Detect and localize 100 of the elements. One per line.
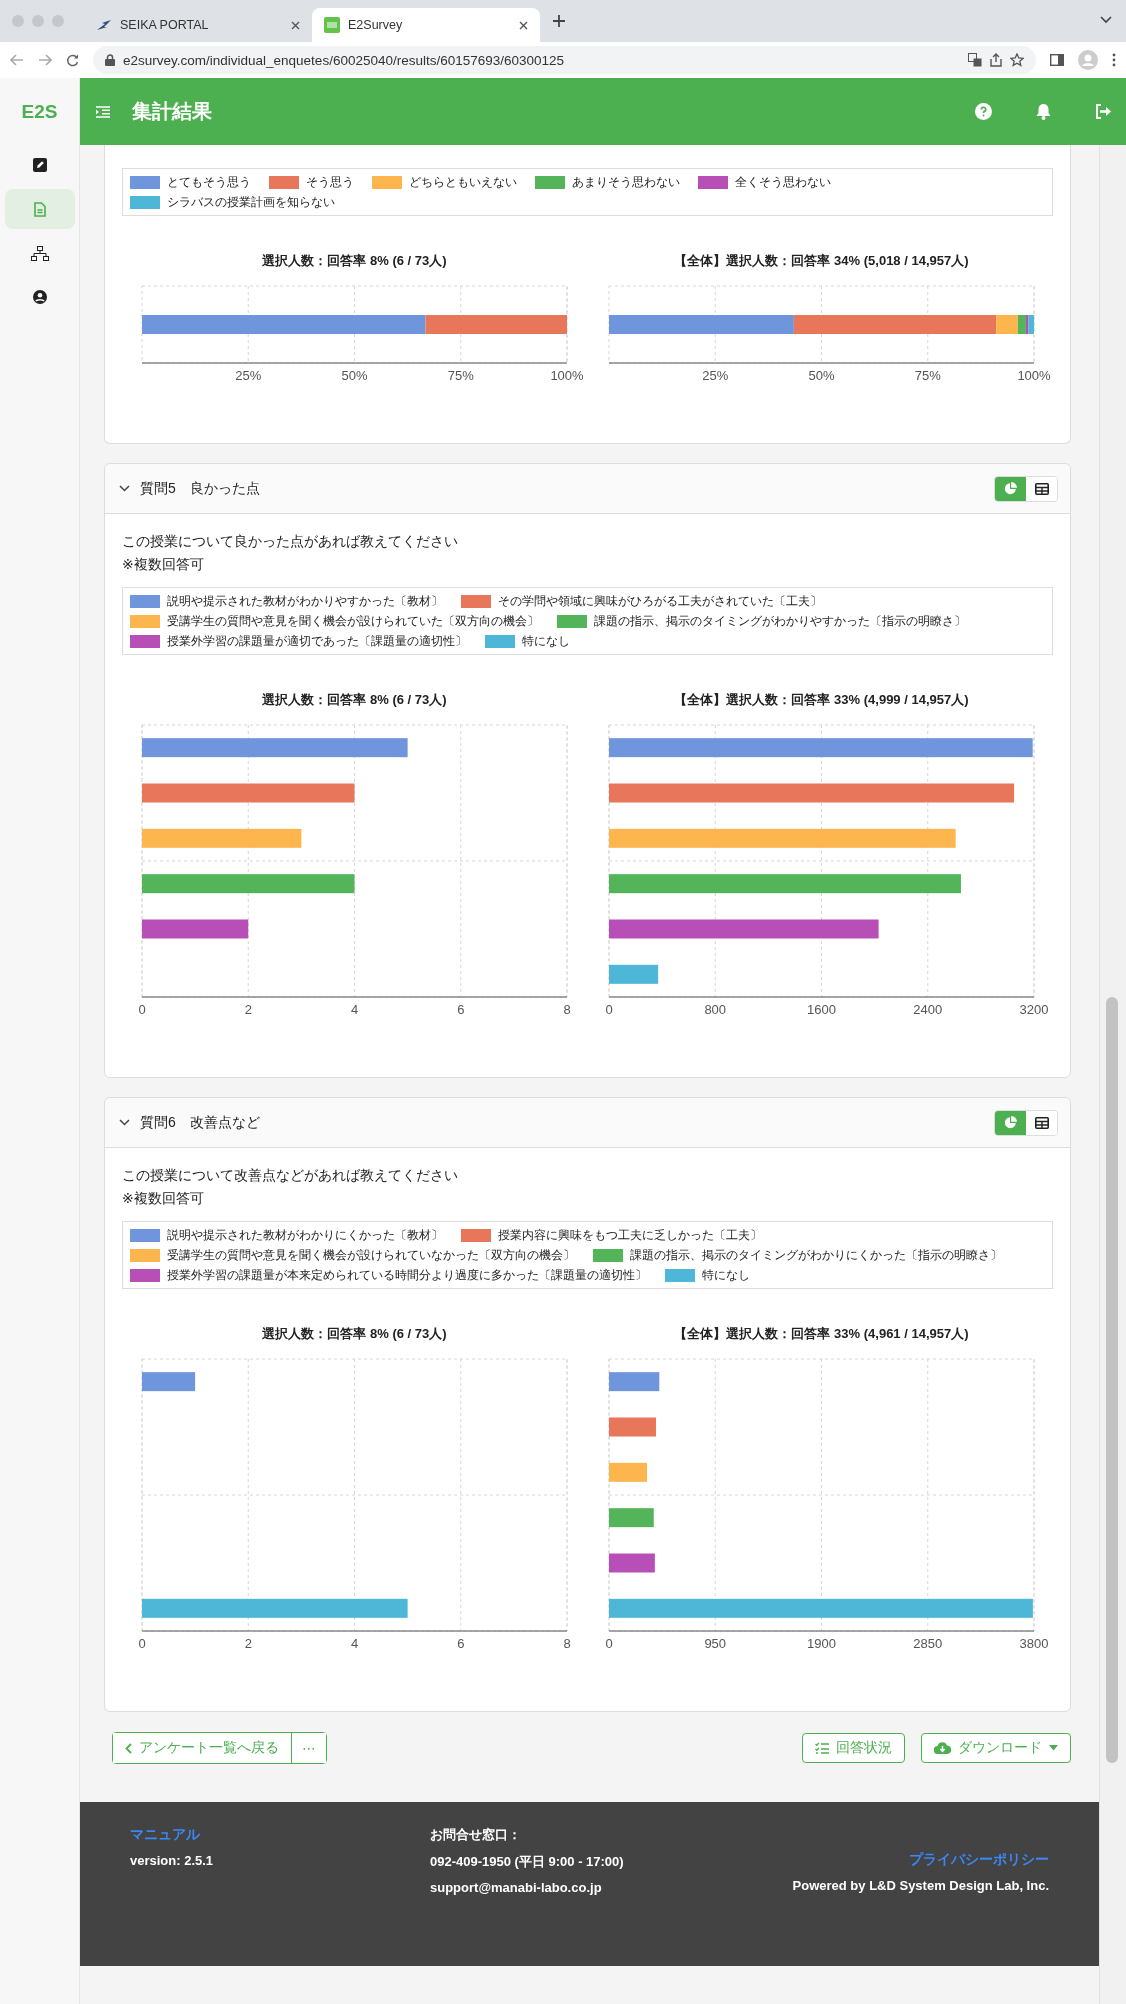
browser-tab[interactable]: E2Survey [312, 8, 540, 42]
chart-bar [609, 1462, 648, 1482]
tick-label: 1600 [807, 1002, 836, 1017]
phone-text: 092-409-1950 (平日 9:00 - 17:00) [430, 1853, 625, 1871]
star-icon[interactable] [1010, 53, 1024, 67]
tick-label: 0 [138, 1636, 146, 1651]
privacy-policy-link[interactable]: プライバシーポリシー [909, 1851, 1049, 1869]
chart-bar [609, 1553, 655, 1573]
tick-label: 4 [350, 1636, 359, 1651]
tick-label: 50% [808, 368, 835, 383]
chart-bar [609, 1372, 660, 1392]
table-icon [1034, 482, 1049, 495]
legend-label: 特になし [702, 1267, 750, 1284]
side-panel-icon[interactable] [1050, 54, 1064, 66]
browser-tab[interactable]: SEIKA PORTAL [84, 8, 312, 42]
chart-title: 選択人数：回答率 8% (6 / 73人) [261, 1325, 448, 1343]
question-text: この授業について改善点などがあれば教えてください [122, 1166, 459, 1185]
legend-label: 授業外学習の課題量が本来定められている時間分より過度に多かった〔課題量の適切性〕 [167, 1267, 647, 1284]
legend-label: 受講学生の質問や意見を聞く機会が設けられていなかった〔双方向の機会〕 [167, 1247, 575, 1264]
chart-title: 【全体】選択人数：回答率 33% (4,961 / 14,957人) [673, 1325, 970, 1343]
view-toggle-button[interactable] [1026, 1110, 1057, 1135]
legend-label: 授業内容に興味をもつ工夫に乏しかった〔工夫〕 [498, 1227, 762, 1244]
legend-label: 受講学生の質問や意見を聞く機会が設けられていた〔双方向の機会〕 [167, 613, 539, 630]
tick-label: 8 [563, 1002, 571, 1017]
address-bar[interactable]: e2survey.com/individual_enquetes/60025040/results/60157693/60300125 [93, 46, 1036, 74]
chevron-down-icon[interactable] [1100, 16, 1112, 24]
legend-label: 全くそう思わない [735, 174, 831, 191]
legend-label: どちらともいえない [409, 174, 517, 191]
chevron-down-icon[interactable] [119, 485, 130, 492]
sign-out-icon[interactable] [1095, 104, 1112, 119]
download-button[interactable]: ダウンロード [921, 1733, 1071, 1763]
tick-label: 25% [702, 368, 729, 383]
chart-bar [609, 1417, 656, 1437]
tick-label: 25% [235, 368, 262, 383]
share-icon[interactable] [990, 53, 1002, 67]
tick-label: 75% [914, 368, 941, 383]
legend-label: とてもそう思う [167, 174, 251, 191]
legend-label: そう思う [306, 174, 354, 191]
document-icon [33, 201, 46, 217]
tick-label: 2 [244, 1002, 252, 1017]
user-circle-icon [32, 290, 47, 304]
tick-label: 800 [704, 1002, 727, 1017]
view-toggle-button[interactable] [995, 476, 1026, 501]
tick-label: 950 [704, 1636, 727, 1651]
caret-down-icon [1049, 1745, 1058, 1751]
powered-by-text: Powered by L&D System Design Lab, Inc. [792, 1878, 1049, 1893]
cloud-download-icon [934, 1742, 951, 1754]
email-text: support@manabi-labo.co.jp [430, 1880, 603, 1895]
scrollbar[interactable] [1099, 145, 1126, 2004]
new-tab-icon[interactable] [552, 14, 566, 28]
app-logo[interactable]: E2S [21, 78, 58, 145]
reload-icon[interactable] [66, 53, 79, 67]
chevron-down-icon[interactable] [119, 1119, 130, 1126]
kebab-menu-icon[interactable] [1112, 53, 1116, 67]
chart-title: 【全体】選択人数：回答率 33% (4,999 / 14,957人) [673, 691, 970, 709]
view-toggle-button[interactable] [1026, 476, 1057, 501]
legend-label: 授業外学習の課題量が適切であった〔課題量の適切性〕 [167, 633, 467, 650]
legend-label: シラバスの授業計画を知らない [167, 194, 335, 211]
question-title: 質問5 良かった点 [140, 479, 261, 498]
checklist-icon [815, 1742, 829, 1754]
chart-title: 【全体】選択人数：回答率 34% (5,018 / 14,957人) [673, 252, 970, 270]
pencil-square-icon [32, 158, 47, 172]
app-logo-icon [324, 17, 340, 33]
chart-title: 選択人数：回答率 8% (6 / 73人) [261, 691, 448, 709]
view-toggle-button[interactable] [995, 1110, 1026, 1135]
legend-label: その学問や領域に興味がひろがる工夫がされていた〔工夫〕 [498, 593, 822, 610]
tick-label: 100% [550, 368, 584, 383]
question-text: この授業について良かった点があれば教えてください [122, 532, 459, 551]
tick-label: 2400 [913, 1002, 943, 1017]
tick-label: 3200 [1019, 1002, 1049, 1017]
hierarchy-icon [30, 245, 49, 261]
question-note: ※複数回答可 [122, 555, 205, 574]
translate-icon[interactable] [968, 53, 982, 67]
legend-label: あまりそう思わない [572, 174, 680, 191]
bell-icon[interactable] [1036, 103, 1051, 120]
chart-bar [609, 1508, 654, 1528]
tick-label: 4 [350, 1002, 359, 1017]
more-button[interactable]: ⋯ [291, 1733, 326, 1763]
question-note: ※複数回答可 [122, 1189, 205, 1208]
tick-label: 100% [1017, 368, 1051, 383]
page-title: 集計結果 [132, 99, 213, 124]
pie-chart-icon [1004, 482, 1017, 495]
response-status-button[interactable]: 回答状況 [802, 1733, 905, 1763]
lock-icon [105, 54, 115, 66]
help-icon[interactable] [975, 103, 992, 120]
tick-label: 6 [457, 1636, 465, 1651]
tick-label: 75% [447, 368, 474, 383]
chart-title: 選択人数：回答率 8% (6 / 73人) [261, 252, 448, 270]
close-icon[interactable] [519, 20, 528, 30]
legend-label: 説明や提示された教材がわかりにくかった〔教材〕 [167, 1227, 443, 1244]
legend-label: 課題の指示、掲示のタイミングがわかりやすかった〔指示の明瞭さ〕 [594, 613, 966, 630]
manual-link[interactable]: マニュアル [130, 1826, 430, 1844]
tick-label: 50% [341, 368, 368, 383]
close-icon[interactable] [291, 20, 300, 30]
version-text: version: 2.5.1 [130, 1853, 215, 1868]
chart-bar [609, 964, 659, 984]
chevron-left-icon [125, 1742, 132, 1754]
tick-label: 0 [138, 1002, 146, 1017]
tick-label: 2850 [913, 1636, 943, 1651]
menu-indent-icon[interactable] [96, 105, 110, 118]
